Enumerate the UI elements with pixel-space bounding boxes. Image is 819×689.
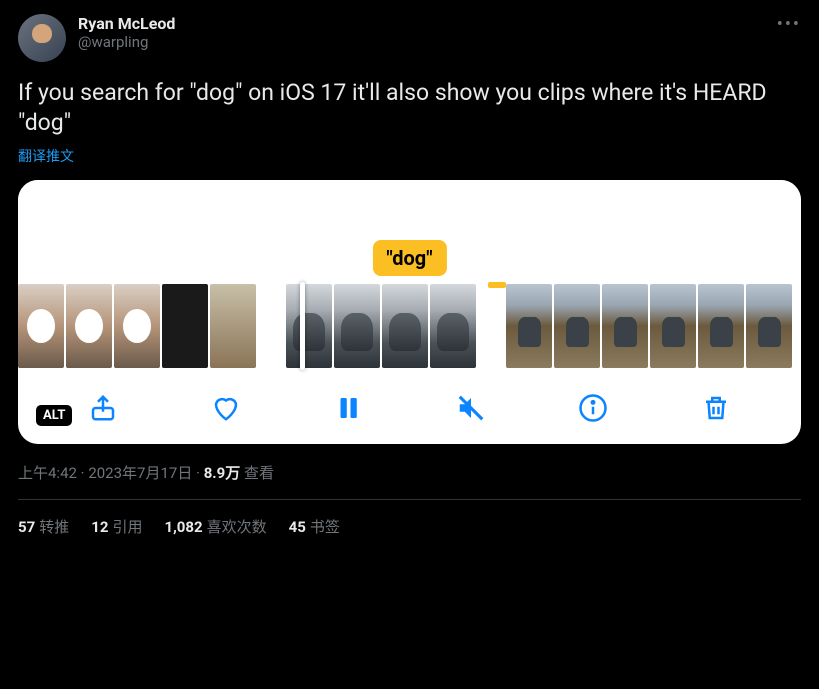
translate-link[interactable]: 翻译推文: [18, 146, 801, 166]
display-name[interactable]: Ryan McLeod: [78, 14, 175, 33]
pause-icon[interactable]: [330, 390, 366, 426]
heart-icon[interactable]: [208, 390, 244, 426]
media-card[interactable]: "dog": [18, 180, 801, 444]
clip-thumb: [506, 284, 552, 368]
more-icon[interactable]: •••: [777, 14, 801, 35]
clip-thumb: [286, 284, 332, 368]
mute-icon[interactable]: [453, 390, 489, 426]
stat-likes[interactable]: 1,082喜欢次数: [164, 516, 266, 537]
author-block: Ryan McLeod @warpling: [78, 14, 175, 51]
avatar[interactable]: [18, 14, 66, 62]
tweet-container: Ryan McLeod @warpling ••• If you search …: [0, 0, 819, 551]
share-icon[interactable]: [85, 390, 121, 426]
clip-group-1: [18, 284, 256, 368]
search-tick-mark: [488, 282, 506, 288]
stat-bookmarks[interactable]: 45书签: [289, 516, 340, 537]
clip-thumb: [18, 284, 64, 368]
clip-thumb: [554, 284, 600, 368]
trash-icon[interactable]: [698, 390, 734, 426]
handle[interactable]: @warpling: [78, 33, 175, 51]
clip-thumb: [162, 284, 208, 368]
views-count: 8.9万: [204, 464, 241, 482]
clip-thumb: [430, 284, 476, 368]
clip-thumb: [114, 284, 160, 368]
clip-group-2: [286, 284, 476, 368]
clip-thumb: [698, 284, 744, 368]
tweet-header: Ryan McLeod @warpling •••: [18, 14, 801, 62]
divider: [18, 499, 801, 500]
media-top: "dog": [18, 180, 801, 276]
clip-thumb: [66, 284, 112, 368]
stats-row: 57转推 12引用 1,082喜欢次数 45书签: [18, 516, 801, 537]
tweet-time[interactable]: 上午4:42: [18, 464, 77, 482]
stat-quotes[interactable]: 12引用: [91, 516, 142, 537]
video-timeline[interactable]: [18, 276, 801, 376]
stat-retweets[interactable]: 57转推: [18, 516, 69, 537]
clip-group-3: [506, 284, 792, 368]
clip-thumb: [210, 284, 256, 368]
views-label: 查看: [244, 464, 274, 482]
media-toolbar: [18, 376, 801, 434]
clip-thumb: [602, 284, 648, 368]
clip-thumb: [334, 284, 380, 368]
tweet-text: If you search for "dog" on iOS 17 it'll …: [18, 78, 801, 138]
search-tag: "dog": [372, 240, 446, 276]
tweet-date[interactable]: 2023年7月17日: [88, 464, 192, 482]
playhead[interactable]: [300, 282, 305, 370]
clip-thumb: [382, 284, 428, 368]
alt-badge[interactable]: ALT: [36, 405, 72, 426]
clip-thumb: [650, 284, 696, 368]
meta-row: 上午4:42 · 2023年7月17日 · 8.9万 查看: [18, 462, 801, 483]
clip-thumb: [746, 284, 792, 368]
info-icon[interactable]: [575, 390, 611, 426]
